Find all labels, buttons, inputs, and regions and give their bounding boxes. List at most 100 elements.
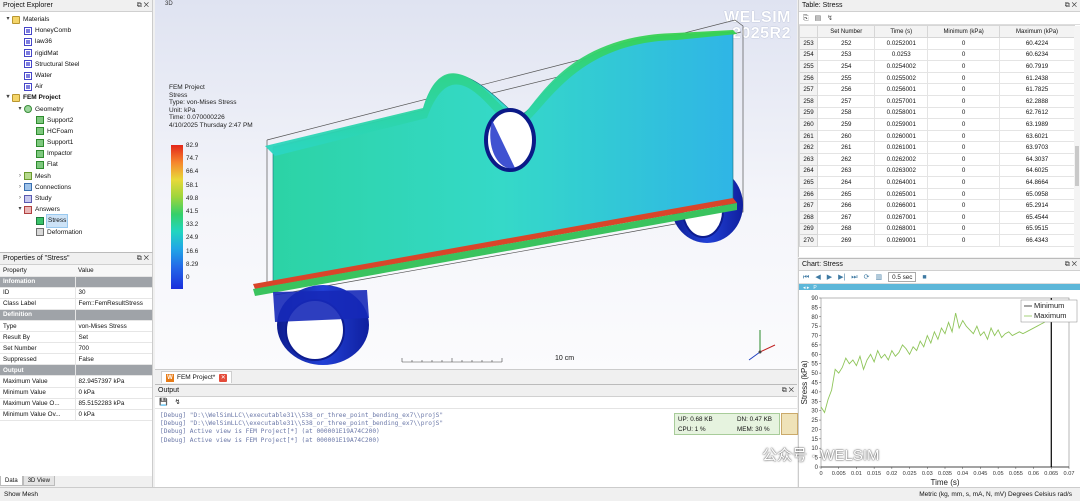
play-icon[interactable]: ▶ [827,271,832,284]
column-header[interactable]: Maximum (kPa) [999,25,1075,38]
property-value[interactable]: 700 [75,342,152,355]
close-tab-icon[interactable]: ✕ [219,373,228,382]
panel-controls[interactable]: ⧉ ✕ [1065,0,1077,12]
panel-controls[interactable]: ⧉ ✕ [1065,259,1077,271]
property-row[interactable]: Result By Set [0,331,152,344]
tab-data[interactable]: Data [0,476,23,486]
pin-icon[interactable]: ◂ ▸ [799,285,809,291]
expand-toggle-icon[interactable]: › [16,171,24,182]
property-value[interactable]: 30 [75,287,152,299]
table-row[interactable]: 255 254 0.0254002 0 60.7919 [799,60,1075,73]
property-row[interactable]: Set Number 700 [0,342,152,355]
video-icon[interactable]: ■ [922,271,926,284]
tree-item[interactable]: rigidMat [0,48,152,59]
table-row[interactable]: 259 258 0.0258001 0 62.7612 [799,106,1075,120]
tree-item[interactable]: › Mesh [0,171,152,182]
property-value[interactable]: Set [75,331,152,344]
column-header[interactable] [799,25,818,38]
tree-item[interactable]: Support2 [0,115,152,126]
property-value[interactable]: 0 kPa [75,409,152,421]
first-frame-icon[interactable]: ⏮ [803,271,809,284]
next-frame-icon[interactable]: ▶| [838,271,845,284]
table-row[interactable]: 269 268 0.0268001 0 65.9515 [799,222,1075,236]
expand-toggle-icon[interactable]: › [16,182,24,193]
tree-item[interactable]: law36 [0,36,152,47]
expand-toggle-icon[interactable]: ▾ [4,92,12,103]
table-row[interactable]: 266 265 0.0265001 0 65.0958 [799,187,1075,201]
part-icon [36,149,44,158]
export-icon[interactable]: ▤ [815,15,822,22]
property-row[interactable]: Maximum Value O... 85.5152283 kPa [0,398,152,410]
property-row[interactable]: Minimum Value 0 kPa [0,387,152,399]
expand-toggle-icon[interactable]: ▾ [16,204,24,215]
save-icon[interactable]: 💾 [159,399,168,406]
table-cell: 0.0261001 [874,141,929,154]
tab-3d-view[interactable]: 3D View [22,476,55,486]
property-row[interactable]: Type von-Mises Stress [0,320,152,333]
speed-select[interactable]: 0.5 sec [888,272,917,282]
tree-item[interactable]: ▾ FEM Project [0,92,152,103]
tree-item[interactable]: Support1 [0,137,152,148]
clear-icon[interactable]: ↯ [175,399,181,406]
clear-icon[interactable]: ↯ [827,15,833,22]
property-row[interactable]: Minimum Value Ov... 0 kPa [0,409,152,421]
table-row[interactable]: 257 256 0.0256001 0 61.7825 [799,83,1075,96]
property-value[interactable]: Fem::FemResultStress [75,298,152,310]
tree-item[interactable]: HCFoam [0,126,152,137]
table-row[interactable]: 253 252 0.0252001 0 60.4224 [799,37,1075,50]
table-row[interactable]: 264 263 0.0263002 0 64.6025 [799,164,1075,178]
property-row[interactable]: ID 30 [0,287,152,299]
chart-type-icon[interactable]: ▥ [875,271,882,284]
tree-item[interactable]: ▾ Answers [0,204,152,215]
column-header[interactable]: Set Number [816,25,876,38]
table-row[interactable]: 254 253 0.0253 0 60.6234 [799,48,1075,62]
prev-frame-icon[interactable]: ◀ [815,271,820,284]
tree-item[interactable]: Air [0,81,152,92]
table-scrollbar[interactable] [1074,26,1080,257]
property-row[interactable]: Maximum Value 82.9457397 kPa [0,375,152,388]
expand-toggle-icon[interactable]: ▾ [4,14,12,25]
tree-item[interactable]: Stress [0,214,152,228]
tree-item[interactable]: Water [0,70,152,81]
property-row[interactable]: Suppressed False [0,353,152,366]
last-frame-icon[interactable]: ⏭ [851,271,857,284]
table-row[interactable]: 261 260 0.0260001 0 63.6021 [799,129,1075,143]
table-row[interactable]: 258 257 0.0257001 0 62.2888 [799,94,1075,108]
property-value[interactable]: False [75,353,152,366]
tree-item[interactable]: ▾ Materials [0,14,152,25]
property-value[interactable]: 0 kPa [75,387,152,399]
tree-item[interactable]: HoneyComb [0,25,152,36]
table-row[interactable]: 262 261 0.0261001 0 63.9703 [799,141,1075,154]
column-header[interactable]: Time (s) [874,25,929,38]
table-row[interactable]: 263 262 0.0262002 0 64.3037 [799,152,1075,166]
column-header[interactable]: Minimum (kPa) [927,25,1001,38]
panel-controls[interactable]: ⧉ ✕ [137,0,149,12]
property-row[interactable]: Class Label Fem::FemResultStress [0,298,152,310]
property-value[interactable]: von-Mises Stress [75,320,152,333]
scrollbar-thumb[interactable] [1075,146,1079,186]
expand-toggle-icon[interactable]: ▾ [16,104,24,115]
3d-viewport[interactable]: 3D WELSIM 2025R2 FEM Project Stress Type… [155,0,797,369]
table-row[interactable]: 265 264 0.0264001 0 64.8664 [799,176,1075,189]
tree-item[interactable]: Impactor [0,148,152,159]
tree-item[interactable]: Flat [0,159,152,170]
table-row[interactable]: 267 266 0.0266001 0 65.2914 [799,199,1075,212]
expand-toggle-icon[interactable]: › [16,193,24,204]
part-icon [36,138,44,147]
property-value[interactable]: 82.9457397 kPa [75,375,152,388]
tree-item[interactable]: › Study [0,193,152,204]
loop-icon[interactable]: ⟳ [864,271,870,284]
tree-item[interactable]: Deformation [0,227,152,238]
tree-item[interactable]: › Connections [0,182,152,193]
table-row[interactable]: 268 267 0.0267001 0 65.4544 [799,210,1075,224]
property-value[interactable]: 85.5152283 kPa [75,398,152,410]
panel-controls[interactable]: ⧉ ✕ [782,385,794,397]
tree-item[interactable]: ▾ Geometry [0,104,152,115]
panel-controls[interactable]: ⧉ ✕ [137,253,149,265]
copy-icon[interactable]: ⎘ [803,15,809,22]
table-row[interactable]: 260 259 0.0259001 0 63.1989 [799,118,1075,131]
table-row[interactable]: 270 269 0.0269001 0 66.4343 [799,234,1075,247]
tab-fem-project[interactable]: W FEM Project* ✕ [161,371,233,383]
tree-item[interactable]: Structural Steel [0,59,152,70]
table-row[interactable]: 256 255 0.0255002 0 61.2438 [799,71,1075,85]
